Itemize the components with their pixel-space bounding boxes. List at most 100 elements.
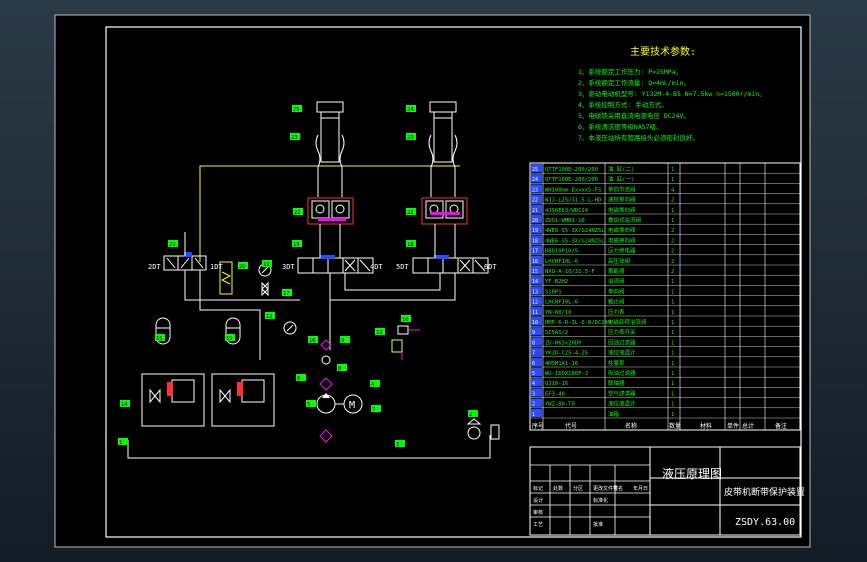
part-name: 液位液温计 [608, 400, 636, 408]
table-row: HMF-6-D-IL-0.8/DC24V电磁卸荷溢流阀 1 10 [532, 318, 674, 326]
tag-number: 20 [239, 264, 246, 270]
oil-level-gauge [490, 424, 500, 440]
part-number: 6 [532, 361, 535, 367]
part-number: 9 [532, 330, 535, 336]
part-code: S10P1 [545, 289, 562, 295]
solenoid [320, 255, 335, 259]
solenoid-label: 3DT [282, 263, 295, 271]
table-header-total_weight: 总计 [742, 422, 754, 430]
title-block-cell: 标记 [533, 485, 543, 492]
part-number: 20 [532, 218, 538, 224]
part-qty: 1 [671, 412, 674, 418]
valve-cell [311, 200, 330, 219]
title-block-cell: 签名 [613, 485, 623, 492]
part-tag: 22 [406, 208, 416, 216]
part-name: 空气滤清器 [608, 389, 636, 397]
table-header-material: 材料 [700, 422, 712, 430]
solenoid-label: 4DT [370, 263, 383, 271]
tag-number: 15 [156, 336, 163, 342]
part-number: 18 [532, 238, 538, 244]
valve-cell [412, 257, 429, 274]
accumulator-2 [211, 317, 275, 427]
valve-cell [425, 200, 444, 219]
tag-number: 5 [307, 402, 310, 408]
tag-number: 13 [376, 330, 383, 336]
parts-list-table: QTTF100E-200/200 油 缸(二) 125QTTF100E-200/20… [529, 162, 801, 431]
part-code: SI5A1/2 [545, 330, 568, 336]
part-qty: 1 [671, 167, 674, 173]
solenoid-label: 2DT [148, 263, 161, 271]
tag-number: 7 [372, 407, 375, 413]
part-tag: 19 [292, 240, 302, 248]
title-block-cell: 分区 [573, 485, 583, 492]
part-number: 7 [532, 351, 535, 357]
valve-symbol [149, 388, 161, 404]
tag-number: 25 [293, 107, 300, 113]
part-name: 截止阀 [608, 298, 625, 306]
valve-symbol [219, 388, 231, 404]
part-qty: 1 [671, 208, 674, 214]
part-tag: 3 [395, 440, 405, 448]
part-name: 压力表 [608, 308, 625, 316]
table-row: WU-160X180F-J 吸油过滤器 1 5 [532, 369, 674, 377]
tag-number: 17 [283, 291, 290, 297]
tag-number: 6 [297, 376, 300, 382]
part-tag: 20 [238, 262, 248, 270]
part-code: WH100mm-Exxxx5-FS [545, 187, 601, 193]
ball-valve [261, 281, 269, 297]
part-code: WU-160X180F-J [545, 371, 588, 377]
valve-box [171, 379, 195, 403]
cylinder-body [320, 111, 340, 163]
solenoid [167, 382, 173, 396]
hydraulic-cylinder-2 [428, 101, 458, 197]
part-tag: 13 [375, 328, 385, 336]
tag-number: 23 [291, 135, 298, 141]
part-tag: 5 [306, 400, 316, 408]
check-valve-pair-1 [307, 197, 354, 225]
hydraulic-line [319, 224, 456, 258]
breather-cap [466, 418, 482, 425]
tech-req-line: 1、系统额定工作压力: P=25MPa。 [578, 67, 682, 76]
part-name: 压力继电器 [608, 247, 636, 255]
part-name: 油 缸(一) [608, 175, 634, 183]
tag-number: 24 [407, 107, 414, 113]
solenoid-label: 1DT [210, 263, 223, 271]
part-number: 15 [532, 269, 538, 275]
schematic-labels: 2DT 1DT 3DT 4DT 5DT 6DT25 2423 2322 22212019 1817… [118, 105, 497, 448]
part-qty: 1 [671, 340, 674, 346]
part-tag: 12 [265, 312, 275, 320]
accumulator-1 [141, 317, 205, 427]
part-number: 8 [532, 340, 535, 346]
cylinder-body [433, 111, 453, 163]
part-code: YF-B2H2 [545, 279, 568, 285]
part-code: 4JS6E63/WDC24 [545, 208, 589, 214]
valve-cell [327, 257, 344, 274]
part-tag: 21 [168, 240, 178, 248]
part-number: 22 [532, 198, 538, 204]
part-qty: 1 [671, 371, 674, 377]
cylinder-rod-head [429, 101, 457, 113]
tag-number: 1 [119, 440, 122, 446]
part-qty: 1 [671, 177, 674, 183]
title-block-cell: 处数 [553, 485, 563, 492]
tech-req-line: 6、系统清洁度等级NAS7级。 [578, 122, 663, 131]
part-tag: 17 [282, 289, 292, 297]
tag-number: 10 [402, 317, 409, 323]
title-block-cell: 审核 [533, 509, 543, 516]
table-row: YF-B2H2 溢流阀 1 14 [532, 277, 674, 285]
part-qty: 2 [671, 198, 674, 204]
title-block-cell: 设计 [533, 497, 543, 504]
part-tag: 25 [292, 105, 302, 113]
valve-cell [297, 257, 314, 274]
part-name: 电磁换向阀 [608, 236, 636, 244]
tag-number: 14 [121, 402, 128, 408]
part-code: ZDS1-WMB1-10 [545, 218, 585, 224]
part-name: 电磁换向阀 [608, 206, 636, 214]
part-code: WJJ-L25/31.5-L-HD [545, 198, 601, 204]
part-tag: 7 [371, 405, 381, 413]
part-qty: 1 [671, 300, 674, 306]
part-qty: 2 [671, 228, 674, 234]
part-name: 电磁卸荷溢流阀 [608, 318, 647, 326]
part-tag: 14 [120, 400, 130, 408]
solenoid-label: 5DT [396, 263, 409, 271]
